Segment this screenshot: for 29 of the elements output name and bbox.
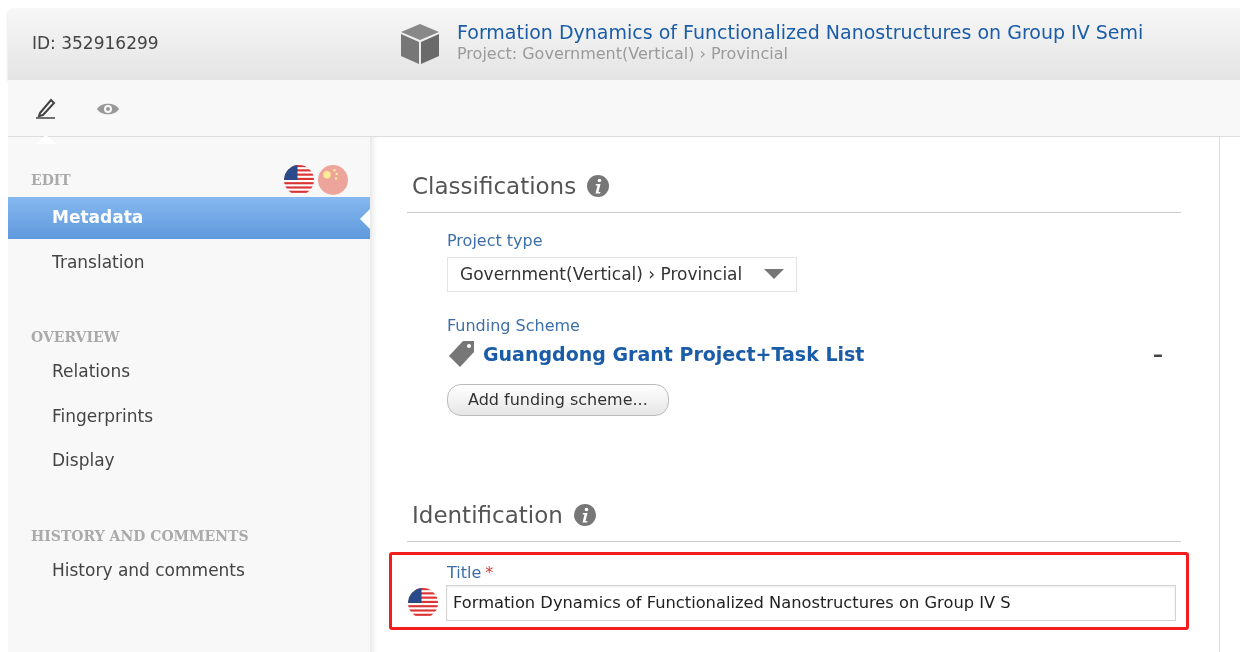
section-heading: EDIT: [30, 170, 71, 190]
record-title: Formation Dynamics of Functionalized Nanostructures on Group IV Semi: [457, 21, 1144, 43]
add-button[interactable]: Add funding scheme...: [447, 384, 669, 416]
section-title: Classifications: [412, 172, 577, 201]
tag-icon: [447, 339, 477, 369]
sidebar-item[interactable]: History and comments: [8, 549, 370, 591]
sidebar-item[interactable]: Display: [8, 440, 370, 482]
sidebar-item[interactable]: Translation: [8, 241, 370, 283]
caret-icon: [764, 269, 785, 280]
cube-icon: [400, 23, 440, 65]
title-input[interactable]: Formation Dynamics of Functionalized Nanostructures on Group IV S: [446, 584, 1176, 621]
record-id: ID: 352916299: [31, 32, 160, 56]
section-heading: OVERVIEW: [30, 328, 120, 347]
required-icon: *: [485, 560, 494, 585]
section-heading: HISTORY AND COMMENTS: [30, 526, 249, 546]
field-label: Title: [447, 561, 482, 584]
info-icon[interactable]: [586, 174, 611, 199]
field-label: Project type: [447, 229, 544, 252]
funding-link[interactable]: Guangdong Grant Project+Task List: [483, 339, 865, 369]
flag-icon[interactable]: [284, 165, 314, 195]
section-title: Identification: [412, 501, 563, 530]
field-label: Funding Scheme: [447, 315, 581, 337]
sidebar-item[interactable]: Relations: [8, 351, 370, 393]
flag-icon: [408, 587, 438, 618]
remove-button[interactable]: –: [1147, 338, 1169, 370]
select-field[interactable]: Government(Vertical) › Provincial: [447, 256, 798, 292]
record-subtitle: Project: Government(Vertical) › Provincial: [457, 43, 789, 66]
sidebar-item[interactable]: Fingerprints: [8, 395, 370, 437]
info-icon[interactable]: [572, 503, 597, 528]
